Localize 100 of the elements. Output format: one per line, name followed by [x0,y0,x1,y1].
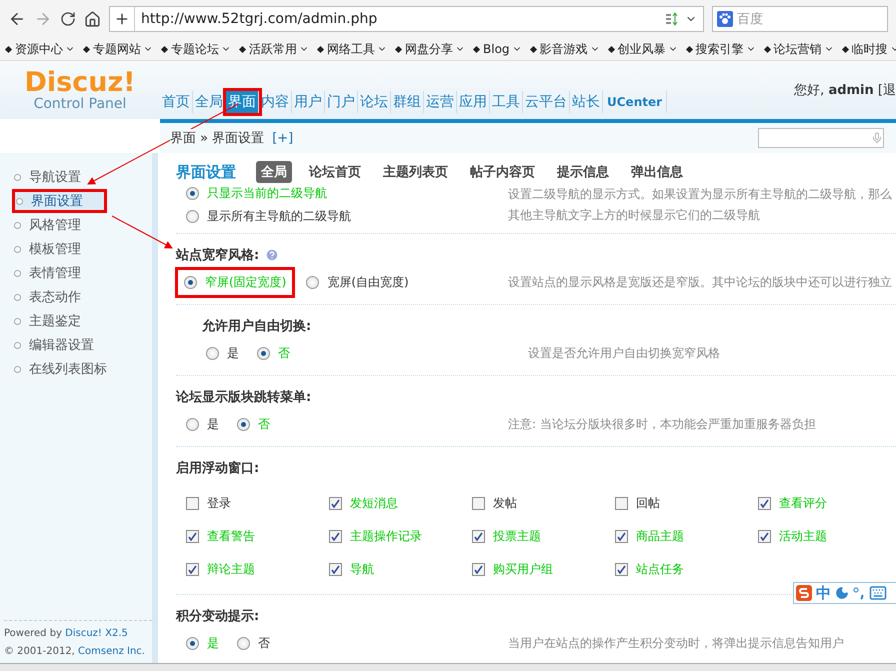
checkbox-icon[interactable] [329,497,342,510]
paw-icon[interactable] [717,11,733,27]
radio-option[interactable]: 是 [206,342,243,364]
radio-icon[interactable] [186,418,199,430]
checkbox-icon[interactable] [186,497,199,510]
bars-icon[interactable] [665,12,679,26]
radio-icon[interactable] [186,636,199,650]
keyboard-icon[interactable] [869,584,887,602]
sidebar-item[interactable]: 表情管理 [0,261,152,285]
horizontal-scrollbar[interactable] [0,663,896,671]
setting-description: 设置二级导航的显示方式。如果设置为显示所有主导航的二级导航，那么 [508,186,893,203]
checkbox-icon[interactable] [472,497,485,510]
ime-logo-icon[interactable] [796,585,812,601]
tab[interactable]: 论坛首页 [304,161,366,183]
search-field[interactable] [758,128,884,148]
nav-tab[interactable]: 门户 [325,91,358,113]
checkbox-icon[interactable] [758,497,771,510]
sidebar-item[interactable]: 风格管理 [0,213,152,237]
bookmark-folder[interactable]: 临时搜 [842,40,896,58]
checkbox-option[interactable]: 登录 [186,493,329,514]
page-title: 界面设置 [176,162,236,182]
nav-tab[interactable]: 应用 [457,91,490,113]
reload-icon[interactable] [60,11,76,27]
home-icon[interactable] [84,10,101,28]
nav-tab[interactable]: 工具 [490,91,523,113]
radio-option[interactable]: 否 [237,632,274,654]
sidebar-item[interactable]: 在线列表图标 [0,357,152,381]
bookmark-folder[interactable]: Blog [474,42,522,56]
tab[interactable]: 弹出信息 [626,161,688,183]
greeting: 您好, admin [退 [794,82,896,99]
radio-icon[interactable] [186,187,199,200]
nav-tab[interactable]: 站长 [570,91,603,113]
checkbox-icon[interactable] [186,563,199,576]
radio-option[interactable]: 是 [186,414,223,434]
address-field[interactable]: http://www.52tgrj.com/admin.php [109,6,704,32]
radio-icon[interactable] [306,276,320,288]
back-icon[interactable] [8,10,26,28]
checkbox-icon[interactable] [329,563,342,576]
nav-tab[interactable]: 运营 [424,91,457,113]
radio-icon[interactable] [184,276,197,288]
sidebar-item[interactable]: 主题鉴定 [0,309,152,333]
radio-icon[interactable] [237,418,250,430]
radio-option[interactable]: 宽屏(自由宽度) [306,270,413,294]
checkbox-option[interactable]: 回帖 [615,493,758,514]
bookmark-folder[interactable]: 创业风暴 [608,40,678,58]
annotation-arrow [112,216,173,248]
add-link[interactable]: [+] [272,130,294,146]
radio-icon[interactable] [186,210,199,223]
nav-tab[interactable]: 首页 [160,91,193,113]
tab[interactable]: 全局 [256,161,292,183]
bullet-icon [14,318,21,324]
bookmark-folder[interactable]: 资源中心 [6,40,75,58]
radio-icon[interactable] [206,346,219,360]
bookmark-folder[interactable]: 网盘分享 [396,40,465,58]
radio-icon[interactable] [257,346,270,360]
checkbox-icon[interactable] [329,530,342,543]
setting-description: 当用户在站点的操作产生积分变动时，将弹出提示信息告知用户 [508,634,845,652]
nav-tab[interactable]: 云平台 [523,91,570,113]
tab[interactable]: 帖子内容页 [465,161,540,183]
moon-icon[interactable] [835,586,849,600]
checkbox-icon[interactable] [758,530,771,543]
checkbox-icon[interactable] [615,497,628,510]
checkbox-icon[interactable] [472,530,485,543]
logo: Discuz! Control Panel [24,66,136,114]
nav-tab[interactable]: UCenter [603,91,668,113]
sidebar-item[interactable]: 界面设置 [12,189,107,213]
tab[interactable]: 主题列表页 [378,161,453,183]
bullet-icon [14,342,21,348]
checkbox-icon[interactable] [615,530,628,543]
punctuation-icon[interactable] [853,586,865,600]
setting-title: 允许用户自由切换: [202,318,312,335]
nav-tab[interactable]: 界面 [226,91,259,113]
plus-icon[interactable] [114,11,130,27]
nav-tab[interactable]: 内容 [259,91,292,113]
bookmark-folder[interactable]: 影音游戏 [530,40,600,58]
footer-text: © 2001-2012, Comsenz Inc. [4,645,146,659]
tab[interactable]: 提示信息 [552,161,614,183]
footer-text: Powered by Discuz! X2.5 [4,627,129,641]
sidebar-item[interactable]: 表态动作 [0,285,152,309]
bookmark-folder[interactable]: 搜索引擎 [686,40,756,58]
bullet-icon [14,174,21,180]
nav-tab[interactable]: 群组 [391,91,424,113]
nav-tab[interactable]: 论坛 [358,91,391,113]
sidebar-item[interactable]: 编辑器设置 [0,333,152,357]
bookmark-folder[interactable]: 网络工具 [318,40,387,58]
radio-icon[interactable] [237,636,250,650]
sidebar-item[interactable]: 导航设置 [0,165,152,189]
bookmark-folder[interactable]: 活跃常用 [240,40,309,58]
sidebar-item[interactable]: 模板管理 [0,237,152,261]
nav-tab[interactable]: 用户 [292,91,325,113]
checkbox-icon[interactable] [472,563,485,576]
bullet-icon [14,246,21,252]
checkbox-option[interactable]: 发帖 [472,493,615,514]
ime-mode[interactable]: 中 [816,584,831,602]
bookmark-folder[interactable]: 专题论坛 [162,40,231,58]
bookmark-folder[interactable]: 论坛营销 [764,40,834,58]
bookmark-folder[interactable]: 专题网站 [84,40,153,58]
checkbox-icon[interactable] [615,563,628,576]
radio-option[interactable]: 显示所有主导航的二级导航 [186,206,508,227]
checkbox-icon[interactable] [186,530,199,543]
